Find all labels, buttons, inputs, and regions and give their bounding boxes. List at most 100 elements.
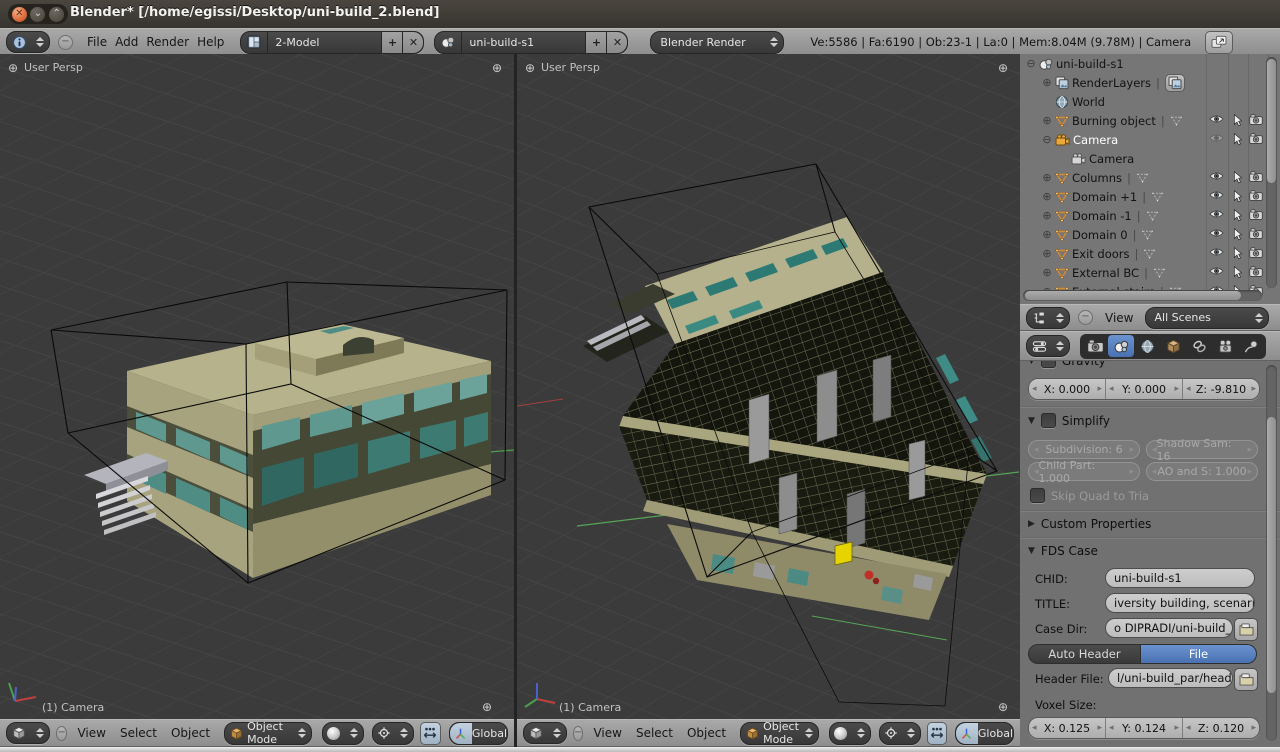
panel-collapse-icon[interactable]: ▶ [1028, 519, 1035, 529]
selectability-cursor-icon[interactable] [1233, 228, 1242, 241]
panel-collapse-icon[interactable]: ▼ [1028, 361, 1035, 366]
outliner-item-label[interactable]: Camera [1073, 133, 1118, 147]
outliner-item-label[interactable]: Camera [1089, 152, 1134, 166]
voxel-size-field[interactable]: ◂X: 0.125▸ ◂Y: 0.124▸ ◂Z: 0.120▸ [1028, 717, 1260, 739]
header-file-input[interactable]: l/uni-build_par/header.fds [1108, 668, 1233, 688]
editor-type-selector[interactable] [1026, 307, 1070, 329]
outliner-item[interactable]: ⊕Columns| [1020, 168, 1280, 187]
3d-viewport-right[interactable]: ⊕ User Persp ⊕ ⊕ (1) Camera − View Selec… [517, 54, 1023, 747]
skip-quad-to-tria-row[interactable]: Skip Quad to Tria [1030, 488, 1149, 503]
renderability-camera-icon[interactable] [1249, 266, 1263, 277]
tab-scene[interactable] [1108, 335, 1134, 357]
outliner-item-label[interactable]: World [1072, 95, 1105, 109]
add-scene-button[interactable]: + [586, 32, 606, 53]
window-duplicate-icon[interactable] [1205, 31, 1233, 54]
close-icon[interactable]: ✕ [12, 7, 27, 22]
selectability-cursor-icon[interactable] [1233, 133, 1242, 146]
menu-view[interactable]: View [73, 726, 109, 740]
outliner-item[interactable]: ⊕Burning object| [1020, 111, 1280, 130]
outliner-item-label[interactable]: Columns [1072, 171, 1122, 185]
collapse-menus-icon[interactable]: − [56, 726, 67, 741]
expand-toggle-icon[interactable]: ⊕ [1040, 190, 1054, 203]
expand-toggle-icon[interactable]: ⊕ [1040, 228, 1054, 241]
outliner-editor[interactable]: ⊖uni-build-s1⊕RenderLayers| World ⊕ Burning… [1020, 54, 1280, 305]
editor-type-selector[interactable] [1026, 335, 1070, 357]
tab-render[interactable] [1082, 335, 1108, 357]
skip-quad-checkbox[interactable] [1030, 488, 1045, 503]
editor-type-selector[interactable] [6, 722, 50, 744]
tab-physics[interactable] [1238, 335, 1264, 357]
collapse-menus-icon[interactable]: − [58, 35, 73, 50]
expand-toggle-icon[interactable]: ⊕ [1040, 171, 1054, 184]
mode-dropdown[interactable]: Object Mode [224, 722, 312, 745]
pivot-point-dropdown[interactable] [879, 722, 921, 745]
mode-dropdown[interactable]: Object Mode [740, 722, 819, 745]
header-file-browse-icon[interactable] [1234, 668, 1258, 691]
title-input[interactable]: iversity building, scenario 1 [1105, 593, 1255, 613]
case-dir-browse-icon[interactable] [1234, 618, 1258, 641]
scene-name[interactable]: uni-build-s1 [462, 32, 585, 53]
chid-input[interactable]: uni-build-s1 [1105, 568, 1255, 588]
properties-editor[interactable]: ▼ Gravity ◂X: 0.000▸ ◂Y: 0.000▸ ◂Z: -9.8… [1020, 361, 1280, 747]
expand-toggle-icon[interactable]: ⊕ [1040, 209, 1054, 222]
corner-plus-icon[interactable]: ⊕ [998, 700, 1008, 714]
panel-collapse-icon[interactable]: ▼ [1028, 416, 1035, 426]
outliner-item-label[interactable]: Burning object [1072, 114, 1156, 128]
add-layout-button[interactable]: + [382, 32, 402, 53]
properties-vertical-scrollbar[interactable] [1266, 365, 1277, 741]
render-engine-dropdown[interactable]: Blender Render [650, 31, 784, 54]
outliner-item[interactable]: ⊖Camera [1020, 130, 1280, 149]
menu-object[interactable]: Object [167, 726, 214, 740]
3d-scene-right[interactable] [517, 54, 1020, 719]
renderability-camera-icon[interactable] [1249, 228, 1263, 239]
transform-orientation-dropdown[interactable]: Global [955, 722, 1014, 745]
visibility-eye-icon[interactable] [1209, 133, 1224, 143]
editor-type-selector[interactable] [6, 31, 50, 53]
expand-toggle-icon[interactable]: ⊖ [1024, 57, 1038, 70]
selectability-cursor-icon[interactable] [1233, 247, 1242, 260]
menu-select[interactable]: Select [632, 726, 677, 740]
manipulator-toggle-icon[interactable] [927, 722, 947, 745]
custom-properties-panel-header[interactable]: ▶ Custom Properties [1020, 517, 1151, 531]
outliner-item[interactable]: ⊖uni-build-s1 [1020, 54, 1280, 73]
gravity-checkbox[interactable] [1041, 361, 1056, 368]
tab-object-data[interactable] [1212, 335, 1238, 357]
outliner-item-label[interactable]: Exit doors [1072, 247, 1130, 261]
viewport-shading-dropdown[interactable] [829, 722, 871, 745]
minimize-icon[interactable]: ⌄ [30, 7, 45, 22]
3d-viewport-left[interactable]: ⊕ User Persp ⊕ ⊕ (1) Camera − View Selec… [0, 54, 517, 747]
renderlayer-badge-icon[interactable] [1165, 74, 1185, 92]
expand-toggle-icon[interactable]: ⊕ [1040, 114, 1054, 127]
scene-selector[interactable]: uni-build-s1 + ✕ [434, 31, 628, 54]
simplify-checkbox[interactable] [1041, 413, 1056, 428]
gravity-x-field[interactable]: ◂X: 0.000▸ [1029, 379, 1105, 399]
editor-type-selector[interactable] [523, 722, 567, 744]
menu-add[interactable]: Add [111, 35, 142, 49]
close-scene-button[interactable]: ✕ [607, 32, 627, 53]
renderability-camera-icon[interactable] [1249, 190, 1263, 201]
visibility-eye-icon[interactable] [1209, 228, 1224, 238]
visibility-eye-icon[interactable] [1209, 114, 1224, 124]
outliner-item[interactable]: ⊕Domain +1| [1020, 187, 1280, 206]
outliner-item[interactable]: ⊕RenderLayers| [1020, 73, 1280, 92]
outliner-item-label[interactable]: Domain -1 [1072, 209, 1132, 223]
expand-toggle-icon[interactable]: ⊕ [1040, 76, 1054, 89]
3d-scene-left[interactable] [0, 54, 514, 719]
visibility-eye-icon[interactable] [1209, 209, 1224, 219]
renderability-camera-icon[interactable] [1249, 209, 1263, 220]
collapse-menus-icon[interactable]: − [1078, 310, 1093, 325]
gravity-vector-field[interactable]: ◂X: 0.000▸ ◂Y: 0.000▸ ◂Z: -9.810▸ [1028, 378, 1260, 400]
expand-toggle-icon[interactable]: ⊕ [1040, 266, 1054, 279]
viewport-shading-dropdown[interactable] [322, 722, 364, 745]
renderability-camera-icon[interactable] [1249, 114, 1263, 125]
selectability-cursor-icon[interactable] [1233, 171, 1242, 184]
voxel-y-field[interactable]: ◂Y: 0.124▸ [1105, 718, 1182, 738]
gravity-y-field[interactable]: ◂Y: 0.000▸ [1105, 379, 1182, 399]
selectability-cursor-icon[interactable] [1233, 266, 1242, 279]
pivot-point-dropdown[interactable] [372, 722, 414, 745]
outliner-item[interactable]: ⊕External BC| [1020, 263, 1280, 282]
outliner-item-label[interactable]: Domain 0 [1072, 228, 1128, 242]
outliner-horizontal-scrollbar[interactable] [1023, 290, 1262, 301]
toolshelf-plus-icon[interactable]: ⊕ [525, 61, 535, 75]
renderability-camera-icon[interactable] [1249, 133, 1263, 144]
